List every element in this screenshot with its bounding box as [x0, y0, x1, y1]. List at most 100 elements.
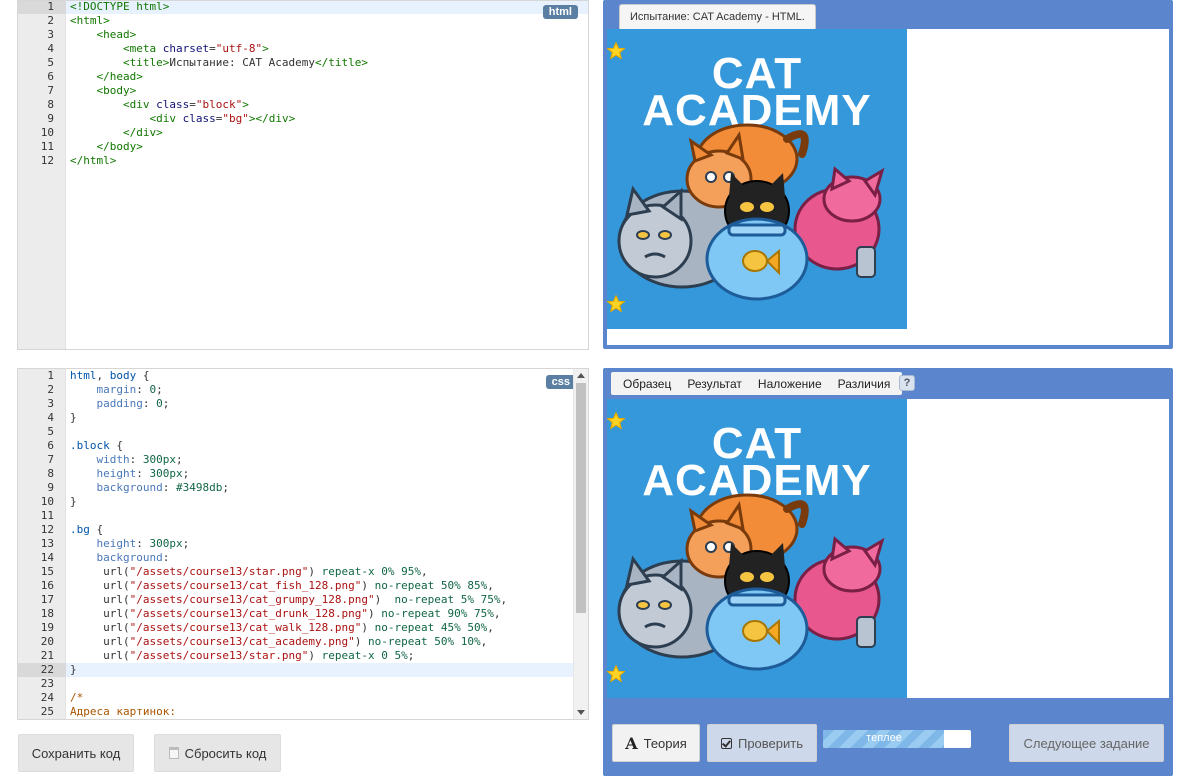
code-text[interactable]: url("/assets/course13/cat_drunk_128.png"… [70, 607, 500, 621]
code-text[interactable]: Адреса картинок: [70, 705, 176, 719]
code-text[interactable]: url("/assets/course13/cat_grumpy_128.png… [70, 593, 507, 607]
code-line[interactable]: 9 <div class="bg"></div> [18, 112, 588, 126]
code-text[interactable]: <meta charset="utf-8"> [70, 42, 269, 56]
code-text[interactable]: .block { [70, 439, 123, 453]
code-line[interactable]: 1 html, body { [18, 369, 588, 383]
theory-icon: A [625, 733, 638, 753]
code-text[interactable]: url("/assets/course13/cat_fish_128.png")… [70, 579, 494, 593]
code-line[interactable]: 2 <html> [18, 14, 588, 28]
code-text[interactable]: margin: 0; [70, 383, 163, 397]
check-button[interactable]: Проверить [707, 724, 817, 762]
html-code-editor[interactable]: 1 <!DOCTYPE html> 2 <html> 3 <head> 4 <meta c… [17, 0, 589, 350]
scroll-up-icon[interactable] [577, 373, 585, 378]
code-line[interactable]: 6 </head> [18, 70, 588, 84]
code-text[interactable]: background: #3498db; [70, 481, 229, 495]
line-number: 3 [47, 397, 54, 410]
line-number: 9 [47, 481, 54, 494]
code-text[interactable]: </html> [70, 154, 116, 168]
line-number: 5 [47, 425, 54, 438]
code-line[interactable]: 25 Адреса картинок: [18, 705, 588, 719]
code-line[interactable]: 17 url("/assets/course13/cat_grumpy_128.… [18, 593, 588, 607]
code-lines[interactable]: 1 html, body {2 margin: 0; 3 padding: 0; 4}… [18, 369, 588, 719]
code-text[interactable]: <body> [70, 84, 137, 98]
code-text[interactable]: url("/assets/course13/star.png") repeat-… [70, 565, 428, 579]
code-text[interactable]: <div class="block"> [70, 98, 249, 112]
code-line[interactable]: 24 /* [18, 691, 588, 705]
code-line[interactable]: 7 <body> [18, 84, 588, 98]
code-text[interactable]: url("/assets/course13/star.png") repeat-… [70, 649, 414, 663]
line-number: 13 [40, 537, 54, 550]
code-line[interactable]: 23 [18, 677, 588, 691]
code-text[interactable]: <head> [70, 28, 137, 42]
next-task-button[interactable]: Следующее задание [1009, 724, 1164, 762]
code-line[interactable]: 7 width: 300px; [18, 453, 588, 467]
code-text[interactable]: <title>Испытание: CAT Academy</title> [70, 56, 368, 70]
code-text[interactable]: background: [70, 551, 170, 565]
code-line[interactable]: 5 <title>Испытание: CAT Academy</title> [18, 56, 588, 70]
code-text[interactable]: /* [70, 691, 83, 705]
code-line[interactable]: 12 .bg { [18, 523, 588, 537]
code-text[interactable]: <div class="bg"></div> [70, 112, 295, 126]
code-line[interactable]: 6 .block { [18, 439, 588, 453]
trash-icon [168, 747, 179, 759]
code-text[interactable]: width: 300px; [70, 453, 183, 467]
code-text[interactable]: height: 300px; [70, 537, 190, 551]
code-text[interactable]: padding: 0; [70, 397, 170, 411]
scroll-down-icon[interactable] [577, 710, 585, 715]
code-text[interactable]: } [70, 411, 77, 425]
code-line[interactable]: 20 url("/assets/course13/cat_academy.png… [18, 635, 588, 649]
code-text[interactable]: </div> [70, 126, 163, 140]
code-text[interactable]: </head> [70, 70, 143, 84]
code-text[interactable]: </body> [70, 140, 143, 154]
cat-academy-scene: CAT ACADEMY [607, 399, 907, 698]
code-text[interactable]: } [70, 495, 77, 509]
code-text[interactable]: url("/assets/course13/cat_walk_128.png")… [70, 621, 494, 635]
code-text[interactable]: html, body { [70, 369, 150, 383]
code-line[interactable]: 5 [18, 425, 588, 439]
reset-code-button[interactable]: Сбросить код [154, 734, 281, 772]
code-text[interactable]: <!DOCTYPE html> [70, 1, 169, 14]
code-line[interactable]: 3 <head> [18, 28, 588, 42]
code-line[interactable]: 8 <div class="block"> [18, 98, 588, 112]
code-line[interactable]: 4} [18, 411, 588, 425]
code-text[interactable]: } [70, 663, 77, 677]
code-line[interactable]: 22} [18, 663, 588, 677]
code-line[interactable]: 4 <meta charset="utf-8"> [18, 42, 588, 56]
save-code-button[interactable]: Сохранить код [18, 734, 134, 772]
code-line[interactable]: 8 height: 300px; [18, 467, 588, 481]
code-line[interactable]: 18 url("/assets/course13/cat_drunk_128.p… [18, 607, 588, 621]
code-lines[interactable]: 1 <!DOCTYPE html> 2 <html> 3 <head> 4 <meta c… [18, 1, 588, 168]
tab-differences[interactable]: Различия [830, 377, 899, 391]
code-line[interactable]: 9 background: #3498db; [18, 481, 588, 495]
tab-result[interactable]: Результат [679, 377, 750, 391]
code-line[interactable]: 14 background: [18, 551, 588, 565]
help-button[interactable]: ? [899, 375, 915, 391]
code-line[interactable]: 1 <!DOCTYPE html> [18, 1, 588, 14]
tab-overlay[interactable]: Наложение [750, 377, 830, 391]
css-code-editor[interactable]: 1 html, body {2 margin: 0; 3 padding: 0; 4}… [17, 368, 589, 720]
code-line[interactable]: 12 </html> [18, 154, 588, 168]
code-line[interactable]: 16 url("/assets/course13/cat_fish_128.pn… [18, 579, 588, 593]
line-number: 21 [40, 649, 54, 662]
code-text[interactable]: url("/assets/course13/cat_academy.png") … [70, 635, 487, 649]
code-line[interactable]: 11 [18, 509, 588, 523]
code-line[interactable]: 19 url("/assets/course13/cat_walk_128.pn… [18, 621, 588, 635]
code-line[interactable]: 2 margin: 0; [18, 383, 588, 397]
line-number: 10 [40, 126, 54, 139]
code-line[interactable]: 10 </div> [18, 126, 588, 140]
code-line[interactable]: 13 height: 300px; [18, 537, 588, 551]
scrollbar-thumb[interactable] [576, 383, 586, 613]
save-code-label: Сохранить код [31, 745, 121, 761]
tab-challenge-preview[interactable]: Испытание: CAT Academy - HTML. [619, 4, 816, 29]
code-line[interactable]: 15 url("/assets/course13/star.png") repe… [18, 565, 588, 579]
code-text[interactable]: height: 300px; [70, 467, 190, 481]
tab-sample[interactable]: Образец [615, 377, 679, 391]
code-line[interactable]: 21 url("/assets/course13/star.png") repe… [18, 649, 588, 663]
code-text[interactable]: <html> [70, 14, 110, 28]
code-line[interactable]: 11 </body> [18, 140, 588, 154]
code-line[interactable]: 10} [18, 495, 588, 509]
theory-button[interactable]: A Теория [612, 724, 700, 762]
code-line[interactable]: 3 padding: 0; [18, 397, 588, 411]
vertical-scrollbar[interactable] [573, 369, 588, 719]
code-text[interactable]: .bg { [70, 523, 103, 537]
